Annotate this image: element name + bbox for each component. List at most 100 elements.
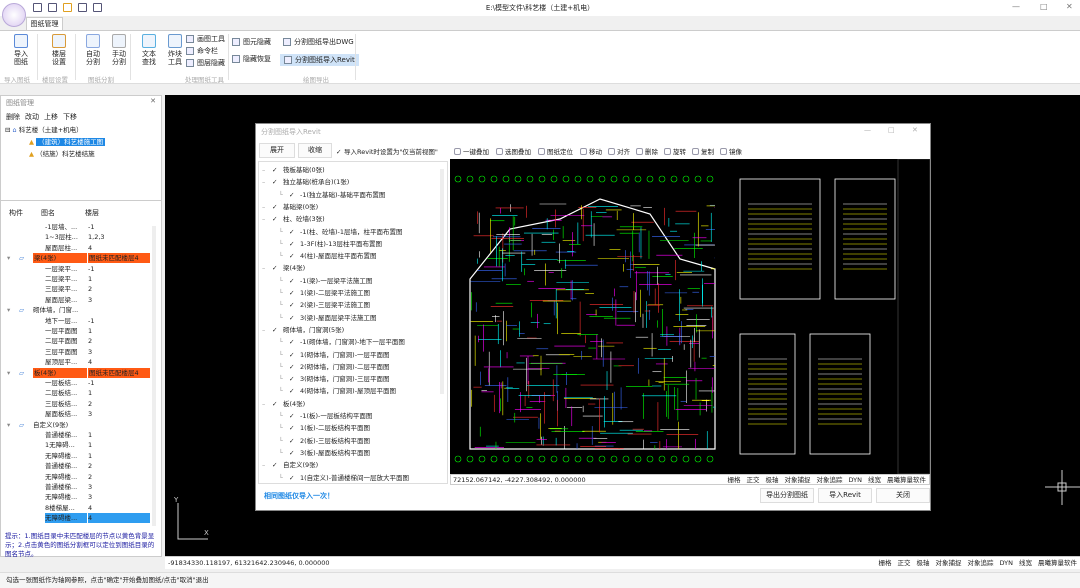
save-icon[interactable] bbox=[33, 3, 42, 12]
tree-category[interactable]: – ✓ 柱、砼墙(3张) bbox=[262, 213, 325, 225]
panel-close-icon[interactable]: ✕ bbox=[150, 97, 156, 105]
tree-leaf[interactable]: └ ✓ 1(砌体墙，门窗洞)-一层平面图 bbox=[279, 349, 390, 361]
checkbox[interactable]: ✓ bbox=[289, 189, 297, 201]
dialog-maximize-button[interactable]: □ bbox=[888, 126, 895, 134]
checkbox[interactable]: ✓ bbox=[272, 324, 280, 336]
status-toggle[interactable]: 晨曦算量软件 bbox=[887, 475, 926, 485]
table-row[interactable]: 三层梁平... 2 bbox=[5, 284, 155, 294]
tree-leaf[interactable]: └ ✓ 1(自定义)-普通楼梯间一层放大平面图 bbox=[279, 472, 409, 484]
column-header[interactable]: 楼层 bbox=[85, 208, 99, 218]
dialog-tool-8[interactable]: 镜像 bbox=[720, 146, 742, 156]
status-toggle[interactable]: 线宽 bbox=[1019, 557, 1032, 569]
tree-leaf[interactable]: └ ✓ 4(柱)-屋面层柱平面布置图 bbox=[279, 250, 377, 262]
checkbox[interactable]: ✓ bbox=[272, 176, 280, 188]
import-revit-button[interactable]: 导入Revit bbox=[818, 488, 872, 503]
table-row[interactable]: 普通楼梯... 2 bbox=[5, 461, 155, 471]
group-row[interactable]: ▾ ▱ 板(4张) 图纸未匹配楼层4 bbox=[5, 367, 155, 378]
status-toggle[interactable]: 晨曦算量软件 bbox=[1038, 557, 1077, 569]
scrollbar[interactable] bbox=[152, 226, 156, 526]
tree-leaf[interactable]: └ ✓ 2(板)-三层板结构平面图 bbox=[279, 435, 370, 447]
table-row[interactable]: 屋顶层平... 4 bbox=[5, 357, 155, 367]
ribbon-small-button-2[interactable]: 图层隐藏 bbox=[186, 58, 225, 68]
table-row[interactable]: 8楼梯屋... 4 bbox=[5, 503, 155, 513]
checkbox[interactable]: ✓ bbox=[289, 275, 297, 287]
tree-leaf[interactable]: └ ✓ -1(梁)-一层梁平法施工图 bbox=[279, 275, 372, 287]
tree-category[interactable]: – ✓ 独立基础(桩承台)(1张) bbox=[262, 176, 349, 188]
panel-toolbar-button[interactable]: 上移 bbox=[44, 112, 58, 122]
copy-icon[interactable] bbox=[78, 3, 87, 12]
drawing-preview[interactable] bbox=[450, 159, 930, 474]
table-row[interactable]: 二层平面图 2 bbox=[5, 336, 155, 346]
save-as-icon[interactable] bbox=[48, 3, 57, 12]
dialog-tool-7[interactable]: 复制 bbox=[692, 146, 714, 156]
table-row[interactable]: 无障碍楼... 3 bbox=[5, 492, 155, 502]
tree-leaf[interactable]: └ ✓ 2(砌体墙，门窗洞)-二层平面图 bbox=[279, 361, 390, 373]
tree-leaf[interactable]: └ ✓ -1(柱、砼墙)-1层墙，柱平面布置图 bbox=[279, 226, 403, 238]
table-row[interactable]: 普通楼梯... 1 bbox=[5, 430, 155, 440]
checkbox[interactable]: ✓ bbox=[289, 435, 297, 447]
expand-button[interactable]: 展开 bbox=[259, 143, 295, 158]
tree-leaf[interactable]: └ ✓ 4(砌体墙，门窗洞)-屋顶层平面图 bbox=[279, 385, 396, 397]
ribbon-small-button-5[interactable]: 分割图纸导出DWG bbox=[283, 37, 354, 47]
dialog-tool-2[interactable]: 图纸定位 bbox=[538, 146, 573, 156]
checkbox[interactable]: ✓ bbox=[289, 336, 297, 348]
ribbon-button-1[interactable]: 楼层 设置 bbox=[48, 34, 70, 66]
checkbox[interactable]: ✓ bbox=[289, 373, 297, 385]
status-toggle[interactable]: 正交 bbox=[747, 475, 760, 485]
status-toggle[interactable]: 正交 bbox=[898, 557, 911, 569]
tab-drawing-management[interactable]: 图纸管理 bbox=[26, 17, 63, 30]
dialog-tool-0[interactable]: 一键叠加 bbox=[454, 146, 489, 156]
export-split-drawings-button[interactable]: 导出分割图纸 bbox=[760, 488, 814, 503]
table-row[interactable]: 屋面层柱... 4 bbox=[5, 243, 155, 253]
table-row[interactable]: 二层梁平... 1 bbox=[5, 274, 155, 284]
close-dialog-button[interactable]: 关闭 bbox=[876, 488, 930, 503]
table-row[interactable]: 一层板结... -1 bbox=[5, 378, 155, 388]
checkbox[interactable]: ✓ bbox=[272, 213, 280, 225]
column-header[interactable]: 图名 bbox=[41, 208, 55, 218]
dialog-tool-4[interactable]: 对齐 bbox=[608, 146, 630, 156]
tree-item[interactable]: ▲ （结施）科艺楼结施 bbox=[29, 148, 105, 158]
status-toggle[interactable]: 对象捕捉 bbox=[936, 557, 962, 569]
close-button[interactable]: ✕ bbox=[1066, 2, 1073, 11]
status-toggle[interactable]: 线宽 bbox=[868, 475, 881, 485]
checkbox[interactable]: ✓ bbox=[289, 422, 297, 434]
table-row[interactable]: 三层板结... 2 bbox=[5, 399, 155, 409]
dialog-tool-1[interactable]: 选图叠加 bbox=[496, 146, 531, 156]
tree-leaf[interactable]: └ ✓ 3(板)-屋面板结构平面图 bbox=[279, 447, 370, 459]
table-row[interactable]: 无障碍楼... 4 bbox=[5, 513, 155, 524]
current-view-checkbox[interactable]: ✓ 导入Revit时设置为"仅当前视图" bbox=[336, 146, 438, 156]
checkbox[interactable]: ✓ bbox=[289, 361, 297, 373]
table-row[interactable]: 无障碍楼... 1 bbox=[5, 451, 155, 461]
checkbox[interactable]: ✓ bbox=[289, 472, 297, 484]
checkbox[interactable]: ✓ bbox=[272, 164, 280, 176]
tree-category[interactable]: – ✓ 筏板基础(0张) bbox=[262, 164, 325, 176]
checkbox[interactable]: ✓ bbox=[289, 385, 297, 397]
group-row[interactable]: ▾ ▱ 砌体墙，门窗... bbox=[5, 305, 155, 315]
panel-toolbar-button[interactable]: 改动 bbox=[25, 112, 39, 122]
tree-category[interactable]: – ✓ 自定义(9张) bbox=[262, 459, 318, 471]
tree-scrollbar[interactable] bbox=[440, 169, 444, 394]
status-toggle[interactable]: 对象追踪 bbox=[817, 475, 843, 485]
checkbox[interactable]: ✓ bbox=[289, 238, 297, 250]
tree-category[interactable]: – ✓ 板(4张) bbox=[262, 398, 305, 410]
dialog-tool-5[interactable]: 删除 bbox=[636, 146, 658, 156]
tree-leaf[interactable]: └ ✓ 3(梁)-屋面层梁平法施工图 bbox=[279, 312, 377, 324]
checkbox[interactable]: ✓ bbox=[289, 447, 297, 459]
table-row[interactable]: 普通楼梯... 3 bbox=[5, 482, 155, 492]
tree-leaf[interactable]: └ ✓ -1(板)-一层板结构平面图 bbox=[279, 410, 372, 422]
table-row[interactable]: 无障碍楼... 2 bbox=[5, 472, 155, 482]
status-toggle[interactable]: DYN bbox=[1000, 557, 1013, 569]
tree-leaf[interactable]: └ ✓ 1-3F(柱)-13层柱平面布置图 bbox=[279, 238, 382, 250]
table-row[interactable]: 三层平面图 3 bbox=[5, 347, 155, 357]
checkbox[interactable]: ✓ bbox=[272, 201, 280, 213]
tree-category[interactable]: – ✓ 基础梁(0张) bbox=[262, 201, 318, 213]
checkbox[interactable]: ✓ bbox=[289, 250, 297, 262]
ribbon-button-2[interactable]: 自动 分割 bbox=[82, 34, 104, 66]
table-row[interactable]: 屋面板结... 3 bbox=[5, 409, 155, 419]
app-menu-button[interactable] bbox=[2, 3, 26, 27]
group-row[interactable]: ▾ ▱ 梁(4张) 图纸未匹配楼层4 bbox=[5, 253, 155, 264]
ribbon-small-button-6[interactable]: 分割图纸导入Revit bbox=[280, 54, 359, 66]
tree-leaf[interactable]: └ ✓ -1(砌体墙，门窗洞)-地下一层平面图 bbox=[279, 336, 405, 348]
tree-leaf[interactable]: └ ✓ 2(梁)-三层梁平法施工图 bbox=[279, 299, 370, 311]
status-toggle[interactable]: DYN bbox=[849, 475, 862, 485]
